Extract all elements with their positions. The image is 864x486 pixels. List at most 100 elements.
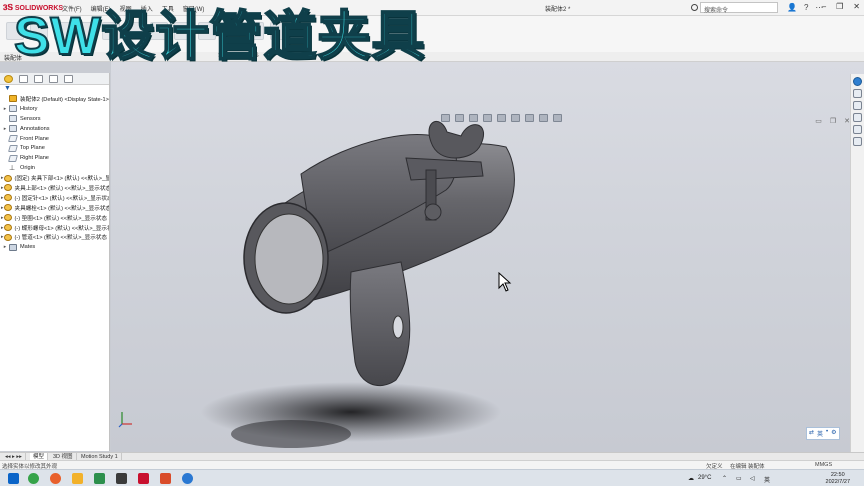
tree-item-annotations[interactable]: ▸ Annotations (1, 124, 109, 134)
ime-settings-icon[interactable]: ⚙ (831, 429, 836, 438)
tree-item-origin[interactable]: ⊥ Origin (1, 163, 109, 173)
hide-show-icon[interactable] (511, 114, 520, 122)
display-style-icon[interactable] (497, 114, 506, 122)
title-icons: 👤 ? ⋯ (787, 3, 823, 12)
tree-item-sensors[interactable]: Sensors (1, 114, 109, 124)
app-icon-dark[interactable] (116, 473, 127, 484)
app-icon-green[interactable] (94, 473, 105, 484)
ime-switch-icon[interactable]: ⇄ (809, 429, 814, 438)
viewport-restore-icon[interactable]: ❐ (830, 117, 836, 125)
tree-item-label: Origin (20, 165, 35, 172)
app-icon-blue[interactable] (182, 473, 193, 484)
volume-icon[interactable]: ◁ (750, 475, 755, 482)
heads-up-toolbar (441, 114, 562, 122)
tree-item-part[interactable]: ▸(-) 蝶形螺母<1> (默认) <<默认>_显示状态 1> (1, 223, 109, 233)
tree-item-label: Top Plane (20, 145, 45, 152)
edit-appearance-icon[interactable] (525, 114, 534, 122)
restore-icon[interactable]: ❐ (836, 2, 843, 11)
appearances-icon[interactable] (853, 125, 862, 134)
tray-arrow-icon[interactable]: ⌃ (722, 475, 727, 482)
tree-item-label: Right Plane (20, 155, 49, 162)
close-icon[interactable]: ✕ (853, 2, 860, 11)
tree-item-right-plane[interactable]: Right Plane (1, 153, 109, 163)
annotations-icon (9, 125, 17, 133)
user-icon[interactable]: 👤 (787, 3, 797, 12)
view-palette-icon[interactable] (853, 113, 862, 122)
part-icon (3, 233, 12, 241)
scenes-icon[interactable] (539, 114, 548, 122)
tree-item-part[interactable]: ▸ (-) 垫圈<1> (默认) <<默认>_显示状态 1> (1, 213, 109, 223)
hinge-knuckle (424, 203, 442, 221)
zoom-fit-icon[interactable] (441, 114, 450, 122)
plane-icon (8, 135, 18, 142)
view-settings-icon[interactable] (553, 114, 562, 122)
section-view-icon[interactable] (469, 114, 478, 122)
tree-item-mates[interactable]: ▸ Mates (1, 242, 109, 252)
expand-arrow-icon[interactable]: ▸ (1, 126, 9, 132)
expand-arrow-icon[interactable]: ▸ (1, 106, 9, 112)
tree-item-part[interactable]: ▸(固定) 夹具下部<1> (默认) <<默认>_显示状态 1> (1, 173, 109, 183)
tree-item-part[interactable]: ▸ (-) 管道<1> (默认) <<默认>_显示状态 1> (1, 232, 109, 242)
view-orientation-icon[interactable] (483, 114, 492, 122)
weather-temperature[interactable]: 29°C (698, 475, 711, 481)
tree-item-label: History (20, 105, 38, 112)
solidworks-resources-icon[interactable] (853, 77, 862, 86)
ime-punctuation-icon[interactable]: • (826, 429, 828, 438)
network-icon[interactable]: ▭ (736, 475, 742, 482)
tree-item-label: 夹具上部<1> (默认) <<默认>_显示状态 1> (14, 185, 109, 192)
app-icon-orange[interactable] (160, 473, 171, 484)
model-tabs: ◂◂ ▸ ▸▸ 模型 3D 视图 Motion Study 1 (0, 452, 864, 461)
video-title-overlay: SW设计管道夹具 (13, 7, 426, 66)
graphics-area[interactable]: ▭ ❐ ✕ (111, 62, 864, 453)
mouse-cursor-icon (498, 272, 512, 292)
ime-toolbar[interactable]: ⇄ 英 • ⚙ (806, 427, 840, 440)
sensors-icon (9, 115, 17, 123)
solidworks-app-icon[interactable] (138, 473, 149, 484)
browser-app-icon[interactable] (28, 473, 39, 484)
display-manager-tab-icon[interactable] (64, 75, 73, 83)
unit-system[interactable]: MMGS (815, 462, 832, 468)
tree-item-part[interactable]: ▸ 夹具螺栓<1> (默认) <<默认>_显示状态 1> (1, 203, 109, 213)
viewport-minimize-icon[interactable]: ▭ (815, 117, 822, 125)
part-icon (3, 214, 12, 222)
search-icon[interactable] (691, 4, 698, 11)
ime-language[interactable]: 英 (817, 429, 823, 438)
tree-item-label: (-) 固定针<1> (默认) <<默认>_显示状态 1> (14, 195, 109, 202)
tree-item-top-plane[interactable]: Top Plane (1, 143, 109, 153)
taskbar-ime[interactable]: 英 (764, 475, 770, 484)
feature-tree-tab-icon[interactable] (4, 75, 13, 83)
tree-item-front-plane[interactable]: Front Plane (1, 134, 109, 144)
configuration-tab-icon[interactable] (34, 75, 43, 83)
expand-arrow-icon[interactable]: ▸ (1, 244, 9, 250)
window-controls: – ❐ ✕ (822, 2, 860, 11)
viewport-window-controls: ▭ ❐ ✕ (815, 117, 850, 125)
file-explorer-app-icon[interactable] (72, 473, 83, 484)
part-icon (3, 204, 12, 212)
property-manager-tab-icon[interactable] (19, 75, 28, 83)
feature-manager-tabs (0, 73, 109, 85)
file-explorer-icon[interactable] (853, 101, 862, 110)
part-icon (3, 224, 12, 232)
firefox-app-icon[interactable] (50, 473, 61, 484)
windows-start-icon[interactable] (8, 473, 19, 484)
windows-taskbar: ☁ 29°C ⌃ ▭ ◁ 英 22:50 2022/7/27 (0, 469, 864, 486)
system-clock[interactable]: 22:50 2022/7/27 (826, 472, 850, 485)
origin-icon: ⊥ (9, 164, 16, 172)
tree-root[interactable]: 装配体2 (Default) <Display State-1> (1, 94, 109, 104)
help-icon[interactable]: ? (804, 3, 808, 12)
dimxpert-tab-icon[interactable] (49, 75, 58, 83)
coordinate-triad-icon (118, 412, 132, 428)
status-bar: 选择实体以修改其外观 欠定义 在编辑 装配体 MMGS (0, 460, 864, 470)
weather-icon[interactable]: ☁ (688, 475, 694, 482)
design-library-icon[interactable] (853, 89, 862, 98)
tree-item-part[interactable]: ▸(-) 固定针<1> (默认) <<默认>_显示状态 1> (1, 193, 109, 203)
tab-hole (392, 315, 404, 339)
tree-item-part[interactable]: ▸ 夹具上部<1> (默认) <<默认>_显示状态 1> (1, 183, 109, 193)
tree-item-label: Front Plane (20, 135, 49, 142)
custom-properties-icon[interactable] (853, 137, 862, 146)
minimize-icon[interactable]: – (822, 2, 826, 11)
search-commands-input[interactable]: 搜索命令 (700, 2, 778, 14)
filter-icon[interactable]: ▼ (0, 85, 109, 94)
zoom-area-icon[interactable] (455, 114, 464, 122)
tree-item-history[interactable]: ▸ History (1, 104, 109, 114)
